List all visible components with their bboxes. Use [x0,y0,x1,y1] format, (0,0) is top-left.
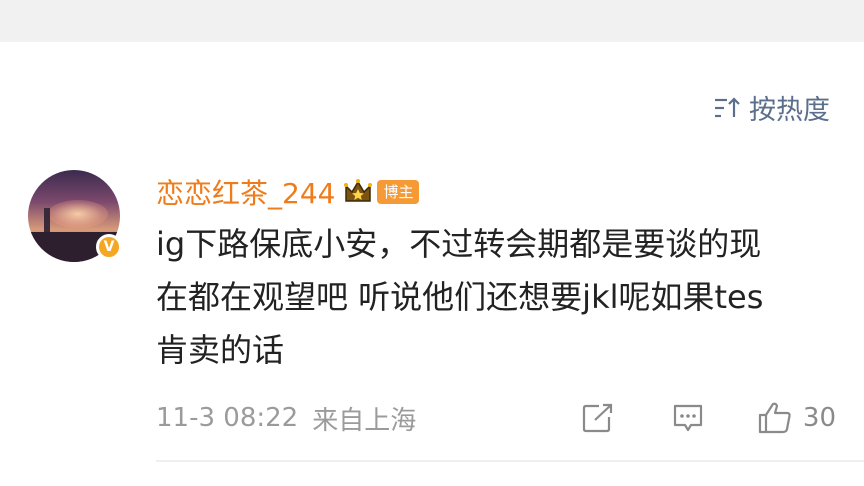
like-button[interactable]: 30 [757,401,836,435]
top-separator-band [0,0,864,42]
thumbs-up-icon [757,401,793,435]
comment-header: 恋恋红茶_244 博主 [156,172,420,212]
comment-actions: 30 [581,398,836,438]
crown-icon [343,177,373,207]
comment-divider [156,460,864,462]
sort-label: 按热度 [749,95,830,126]
like-count: 30 [802,403,836,433]
share-icon [581,402,615,434]
comment-location: 来自上海 [312,405,417,436]
author-role-badge: 博主 [377,180,420,204]
comment-timestamp: 11-3 08:22 [156,403,299,433]
username-link[interactable]: 恋恋红茶_244 [156,172,335,212]
comment-text: ig下路保底小安，不过转会期都是要谈的现 在都在观望吧 听说他们还想要jkl呢如… [156,225,764,369]
comment-button[interactable] [671,402,705,434]
comment-icon [671,402,705,434]
sort-by-hot-button[interactable]: 按热度 [713,88,830,127]
verified-badge-icon: V [96,234,122,260]
avatar[interactable]: V [28,170,122,262]
share-button[interactable] [581,402,615,434]
comment-footer: 11-3 08:22 来自上海 30 [156,398,836,438]
sort-icon [713,96,741,120]
